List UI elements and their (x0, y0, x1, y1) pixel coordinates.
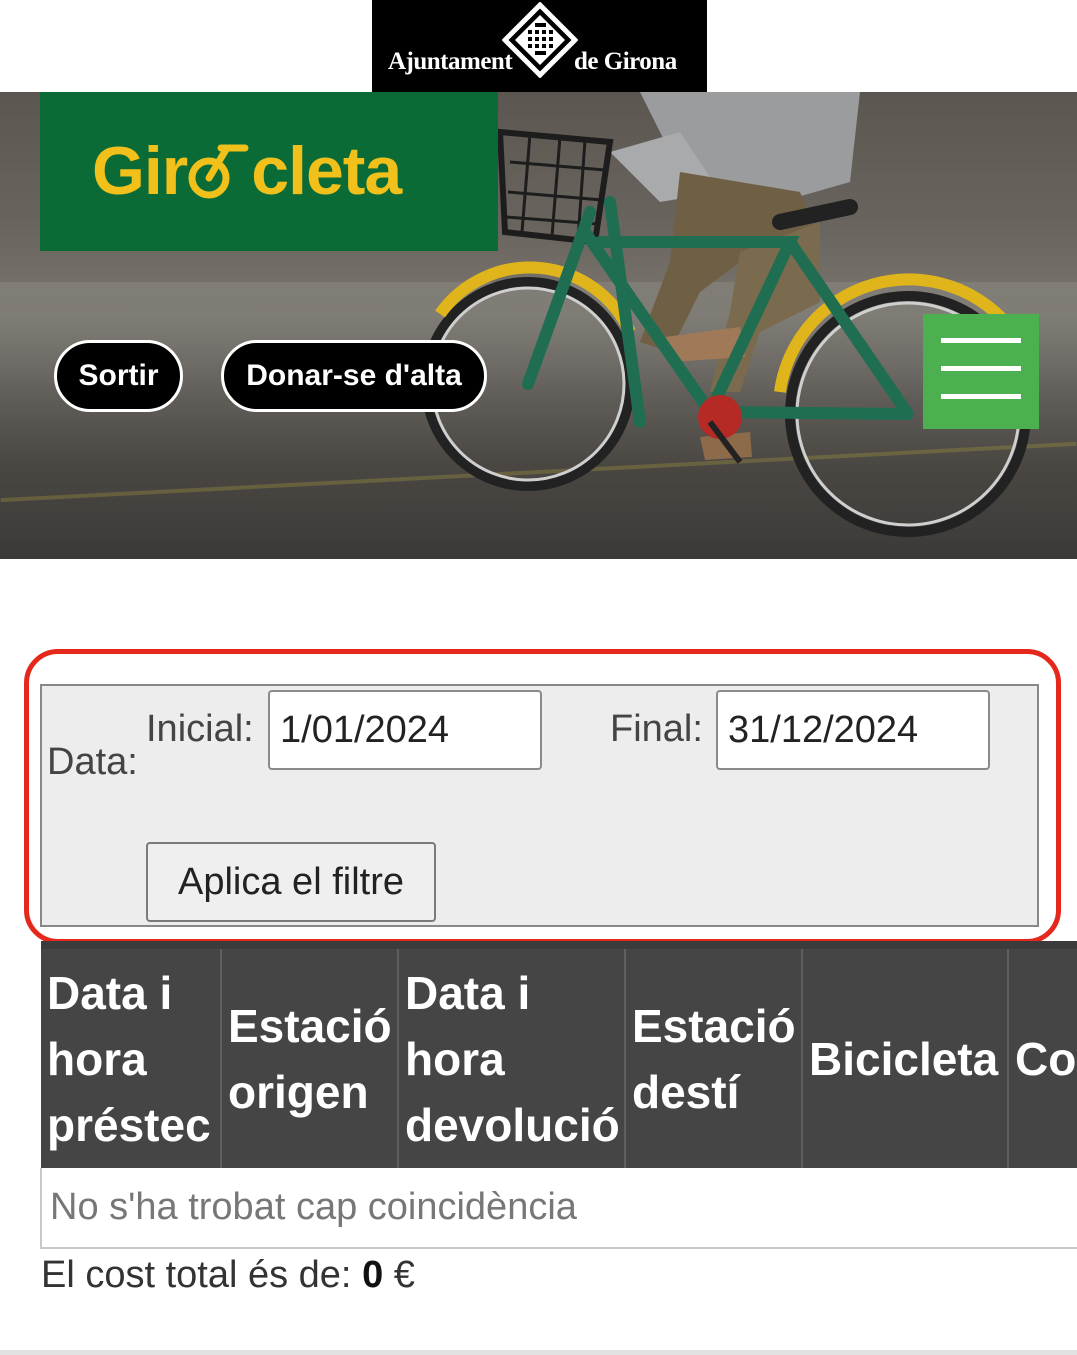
giracleta-logo[interactable]: Gir cleta (40, 92, 498, 251)
date-filter-form: Data: Inicial: 1/01/2024 Final: 31/12/20… (40, 684, 1039, 927)
ajuntament-label: Ajuntament (388, 48, 513, 75)
table-header-row: Data i hora préstec Estació origen Data … (41, 941, 1077, 1168)
hero-banner: Gir cleta Sortir Donar-se d'alta (0, 92, 1077, 559)
logout-button[interactable]: Sortir (54, 340, 183, 412)
hamburger-icon (941, 366, 1021, 371)
bicycle-wheel-icon (188, 144, 249, 199)
header-bicycle[interactable]: Bicicleta (802, 941, 1009, 1168)
empty-result-message: No s'ha trobat cap coincidència (40, 1168, 1077, 1249)
ajuntament-logo[interactable]: Ajuntament de Girona (372, 0, 707, 92)
footer-divider (0, 1350, 1077, 1355)
signup-button[interactable]: Donar-se d'alta (221, 340, 487, 412)
girona-label: de Girona (574, 48, 677, 75)
brand-prefix: Gir (92, 133, 188, 209)
total-cost-value: 0 (362, 1254, 384, 1296)
date-label: Data: (47, 741, 138, 783)
table-row: No s'ha trobat cap coincidència (40, 1168, 1077, 1249)
hamburger-icon (941, 338, 1021, 343)
hamburger-menu-button[interactable] (923, 314, 1039, 429)
header-loan-datetime[interactable]: Data i hora préstec (41, 941, 222, 1168)
hamburger-icon (941, 394, 1021, 399)
final-date-label: Final: (610, 708, 703, 750)
header-return-datetime[interactable]: Data i hora devolució (398, 941, 626, 1168)
total-cost: El cost total és de: 0 € (41, 1254, 415, 1297)
currency-symbol: € (393, 1254, 415, 1296)
header-destination-station[interactable]: Estació destí (625, 941, 803, 1168)
final-date-input[interactable]: 31/12/2024 (716, 690, 990, 770)
total-cost-label: El cost total és de: (41, 1254, 352, 1296)
initial-date-label: Inicial: (146, 708, 254, 750)
header-cost[interactable]: Cost (1008, 941, 1077, 1168)
header-origin-station[interactable]: Estació origen (221, 941, 399, 1168)
brand-wordmark: Gir cleta (92, 132, 402, 210)
brand-suffix: cleta (251, 133, 402, 209)
apply-filter-button[interactable]: Aplica el filtre (146, 842, 436, 922)
loans-table: Data i hora préstec Estació origen Data … (40, 941, 1077, 1249)
initial-date-input[interactable]: 1/01/2024 (268, 690, 542, 770)
girona-emblem-icon (502, 2, 578, 78)
municipal-header: Ajuntament de Girona (0, 0, 1077, 92)
